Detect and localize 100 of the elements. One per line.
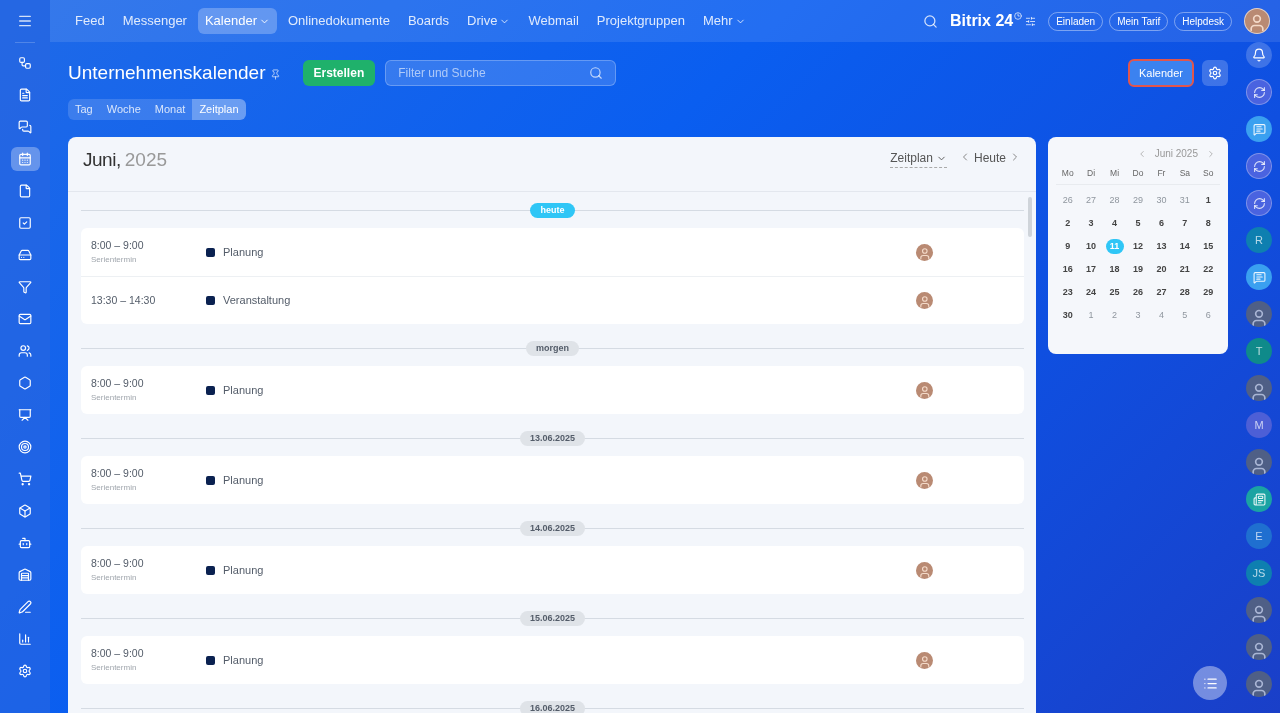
nav-tab[interactable]: Messenger	[115, 8, 194, 34]
calendar-day[interactable]: 18	[1105, 261, 1124, 277]
calendar-day[interactable]: 9	[1058, 238, 1077, 254]
search-field[interactable]: Filter und Suche	[385, 60, 617, 86]
funnel-icon	[18, 280, 32, 294]
calendar-day[interactable]: 27	[1152, 284, 1171, 300]
settings-button[interactable]	[1202, 60, 1228, 86]
nav-tab[interactable]: Boards	[400, 8, 457, 34]
calendar-day[interactable]: 26	[1129, 284, 1147, 300]
calendar-day[interactable]: 10	[1082, 238, 1101, 254]
pen-icon	[18, 600, 32, 614]
chat-button[interactable]	[1246, 116, 1272, 142]
weekday-label: Sa	[1178, 167, 1192, 180]
nav-tab[interactable]: Mehr	[695, 8, 753, 34]
weekday-label: Do	[1131, 167, 1145, 180]
person-icon	[1249, 382, 1269, 401]
event-square-icon	[206, 655, 215, 665]
notifications-button[interactable]	[1246, 42, 1272, 68]
logo: Bitrix 24	[950, 11, 1014, 31]
newspaper-icon	[18, 88, 32, 102]
calendar-day[interactable]: 14	[1175, 238, 1194, 254]
calendar-day[interactable]: 7	[1175, 215, 1194, 231]
nav-tab[interactable]: Webmail	[521, 8, 586, 34]
calendar-day[interactable]: 15	[1199, 238, 1218, 254]
scrollbar[interactable]	[1028, 197, 1032, 237]
calendar-day[interactable]: 16	[1058, 261, 1077, 277]
calendar-day[interactable]: 12	[1129, 238, 1147, 254]
user-avatar[interactable]	[1246, 634, 1272, 660]
event-title[interactable]: Planung	[223, 471, 916, 489]
calendar-day[interactable]: 30	[1058, 307, 1077, 323]
calendar-day[interactable]: 3	[1082, 215, 1101, 231]
search-input[interactable]: Filter und Suche	[398, 64, 590, 82]
calendar-day[interactable]: 24	[1082, 284, 1101, 300]
event-title[interactable]: Planung	[223, 651, 916, 669]
weekday-label: Mi	[1109, 167, 1121, 180]
view-select[interactable]: Zeitplan	[890, 149, 947, 168]
calendar-day[interactable]: 13	[1152, 238, 1171, 254]
presentation-icon	[18, 408, 32, 422]
calendar-day[interactable]: 2	[1058, 215, 1077, 231]
user-avatar[interactable]	[1246, 597, 1272, 623]
sliders-icon[interactable]	[1025, 15, 1037, 27]
event-square-icon	[206, 247, 215, 257]
calendar-day[interactable]: 8	[1199, 215, 1218, 231]
year-title: 2025	[124, 148, 168, 172]
event-note: Serientermin	[91, 253, 138, 266]
weekday-label: Fr	[1156, 167, 1167, 180]
event-time: 8:00 – 9:00	[91, 646, 145, 662]
user-avatar[interactable]	[1246, 375, 1272, 401]
nav-tab[interactable]: Projektgruppen	[589, 8, 692, 34]
date-label: 16.06.2025	[519, 700, 585, 713]
user-avatar[interactable]	[1244, 8, 1270, 34]
date-label: 13.06.2025	[519, 430, 585, 446]
calendar-day[interactable]: 17	[1082, 261, 1101, 277]
event-title[interactable]: Planung	[223, 561, 916, 579]
calendar-day[interactable]: 20	[1152, 261, 1171, 277]
event-note: Serientermin	[91, 391, 138, 404]
date-label: 15.06.2025	[519, 610, 585, 626]
event-time: 13:30 – 14:30	[91, 292, 157, 308]
event-note: Serientermin	[91, 481, 138, 494]
month-title: Juni,	[83, 148, 121, 172]
calendar-day[interactable]: 22	[1199, 261, 1218, 277]
flow-icon	[18, 56, 32, 70]
drive-icon	[18, 248, 32, 262]
calendar-day[interactable]: 29	[1199, 284, 1218, 300]
pin-icon[interactable]	[269, 69, 281, 80]
calendar-day[interactable]: 6	[1152, 215, 1171, 231]
calendar-button[interactable]: Kalender	[1127, 59, 1194, 87]
target-icon	[18, 440, 32, 454]
calendar-day[interactable]: 19	[1129, 261, 1147, 277]
nav-tab[interactable]: Onlinedokumente	[281, 8, 397, 34]
calendar-day[interactable]: 28	[1175, 284, 1194, 300]
menu-icon[interactable]	[17, 13, 33, 29]
user-avatar[interactable]: M	[1246, 412, 1272, 438]
user-avatar[interactable]	[1246, 671, 1272, 697]
nav-tab[interactable]: Feed	[68, 8, 112, 34]
weekday-label: Di	[1086, 167, 1097, 180]
person-icon	[1249, 456, 1269, 475]
calendar-day[interactable]: 1	[1199, 192, 1218, 208]
document-icon	[18, 184, 32, 198]
event-title[interactable]: Planung	[223, 381, 916, 399]
nav-tab[interactable]: Drive	[460, 8, 518, 34]
calendar-day[interactable]: 23	[1058, 284, 1077, 300]
warehouse-icon	[18, 568, 32, 582]
chat-button[interactable]	[1246, 264, 1272, 290]
calendar-day[interactable]: 4	[1105, 215, 1124, 231]
search-icon[interactable]	[923, 13, 939, 29]
calendar-day[interactable]: 25	[1105, 284, 1124, 300]
newspaper-icon	[1252, 492, 1266, 506]
person-icon	[1249, 641, 1269, 660]
calendar-day[interactable]: 21	[1175, 261, 1194, 277]
calendar-day[interactable]: 5	[1129, 215, 1147, 231]
user-avatar[interactable]	[1246, 449, 1272, 475]
event-title[interactable]: Planung	[223, 243, 916, 261]
event-title[interactable]: Veranstaltung	[223, 292, 916, 309]
news-button[interactable]	[1246, 486, 1272, 512]
sidebar-item[interactable]	[10, 147, 40, 171]
today-button[interactable]: Heute	[973, 149, 1006, 167]
list-button[interactable]	[1193, 666, 1227, 700]
robot-icon	[18, 536, 32, 550]
user-avatar[interactable]	[1246, 301, 1272, 327]
